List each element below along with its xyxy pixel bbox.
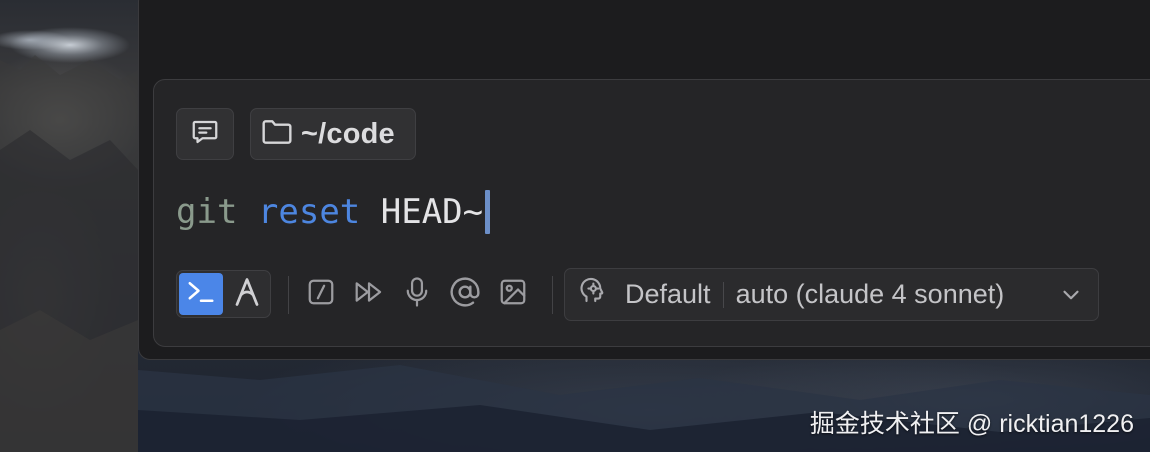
argument-token: HEAD~ xyxy=(380,192,484,232)
voice-input-button[interactable] xyxy=(399,276,435,312)
mention-button[interactable] xyxy=(447,276,483,312)
slash-command-button[interactable] xyxy=(303,276,339,312)
agent-mode-button[interactable] xyxy=(223,271,270,317)
working-directory-chip[interactable]: ~/code xyxy=(250,108,416,160)
at-mention-icon xyxy=(449,276,481,313)
profile-label: Default xyxy=(625,279,711,309)
watermark-text: 掘金技术社区 @ ricktian1226 xyxy=(809,410,1134,438)
working-directory-label: ~/code xyxy=(301,117,395,150)
conversation-chip[interactable] xyxy=(176,108,234,160)
toolbar-divider xyxy=(552,276,553,314)
terminal-mode-button[interactable] xyxy=(179,273,223,315)
model-selector-dropdown[interactable]: Default auto (claude 4 sonnet) xyxy=(564,268,1099,321)
microphone-icon xyxy=(403,276,431,313)
text-cursor xyxy=(485,190,491,234)
chat-bubble-icon xyxy=(190,117,220,152)
image-attach-icon xyxy=(498,277,528,312)
terminal-prompt-icon xyxy=(186,279,216,310)
toolbar-divider xyxy=(288,276,289,314)
slash-command-icon xyxy=(306,277,336,312)
folder-icon xyxy=(261,117,293,152)
agent-a-icon xyxy=(234,277,260,312)
mode-toggle[interactable] xyxy=(176,270,271,318)
fast-forward-icon xyxy=(353,277,385,312)
auto-run-button[interactable] xyxy=(351,276,387,312)
profile-model-divider xyxy=(722,281,724,308)
model-label: auto (claude 4 sonnet) xyxy=(735,279,1005,309)
command-input[interactable]: git reset HEAD~ xyxy=(176,188,491,236)
head-gear-icon xyxy=(579,276,609,313)
subcommand-token: reset xyxy=(257,192,361,232)
command-token: git xyxy=(176,192,238,232)
watermark: 掘金技术社区 @ ricktian1226 xyxy=(810,404,1134,440)
attach-image-button[interactable] xyxy=(495,276,531,312)
chevron-down-icon xyxy=(1058,282,1084,315)
